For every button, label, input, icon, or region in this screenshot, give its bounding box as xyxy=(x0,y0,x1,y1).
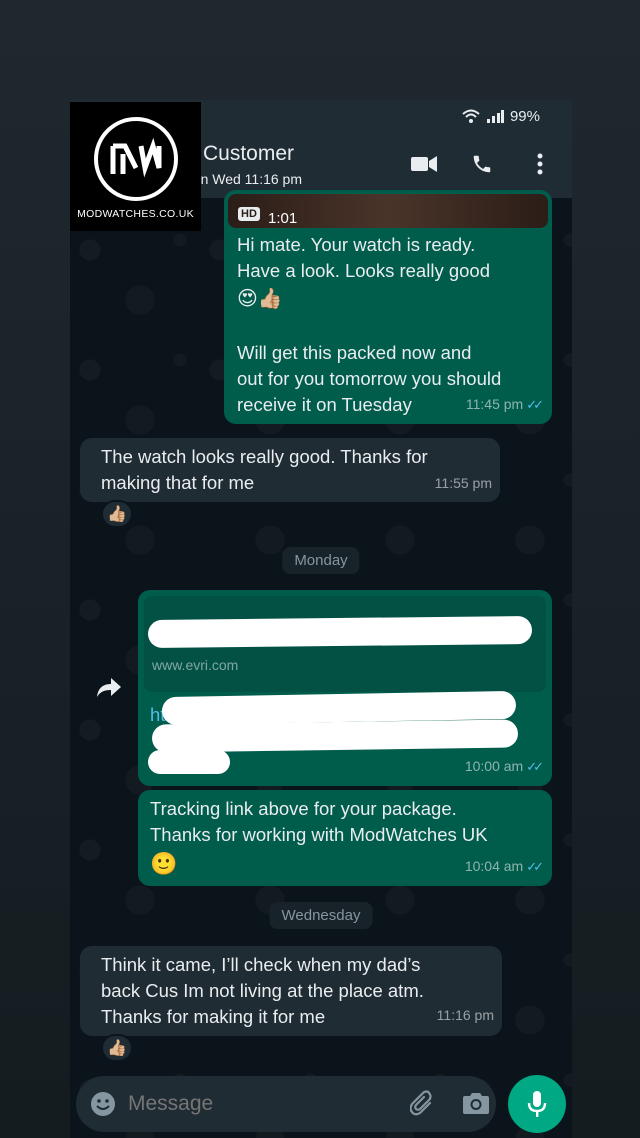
message-time: 11:45 pm xyxy=(465,396,524,412)
logo-text: MODWATCHES.CO.UK xyxy=(77,208,194,220)
reaction-thumbs-up[interactable]: 👍🏼 xyxy=(101,1034,133,1062)
hd-badge: HD xyxy=(238,207,260,221)
incoming-message[interactable]: The watch looks really good. Thanks for … xyxy=(80,438,500,502)
microphone-icon xyxy=(527,1091,547,1117)
wifi-icon xyxy=(462,109,480,123)
message-text: back Cus Im not living at the place atm. xyxy=(101,980,424,1001)
message-text: Have a look. Looks really good xyxy=(237,260,490,281)
message-text: Thanks for working with ModWatches UK xyxy=(150,824,488,845)
outgoing-message[interactable]: Tracking link above for your package. Th… xyxy=(138,790,552,886)
chat-screen: 99% Customer een Wed 11:16 pm MODWATCHES… xyxy=(70,100,572,1138)
message-text: making that for me xyxy=(101,472,255,493)
more-options-icon[interactable] xyxy=(526,150,554,178)
contact-name[interactable]: Customer xyxy=(203,142,294,166)
message-time: 11:55 pm xyxy=(434,475,492,491)
message-time: 10:04 am xyxy=(464,858,524,874)
message-emojis: 😍👍🏼 xyxy=(237,288,283,310)
message-time: 10:00 am xyxy=(464,758,524,774)
voice-message-button[interactable] xyxy=(508,1075,566,1133)
read-receipt-icon: ✓✓ xyxy=(526,759,544,774)
video-call-icon[interactable] xyxy=(410,150,438,178)
message-time: 11:16 pm xyxy=(436,1007,494,1023)
modwatches-logo: MODWATCHES.CO.UK xyxy=(70,102,201,231)
outgoing-link-message[interactable]: www.evri.com ht 10:00 am ✓✓ xyxy=(138,590,552,786)
message-input[interactable] xyxy=(128,1088,378,1120)
last-seen-status: een Wed 11:16 pm xyxy=(185,171,303,187)
forward-icon[interactable] xyxy=(96,676,122,703)
camera-icon[interactable] xyxy=(462,1091,490,1120)
message-text: Tracking link above for your package. xyxy=(150,798,457,819)
message-text: receive it on Tuesday xyxy=(237,394,412,415)
message-composer[interactable] xyxy=(76,1076,496,1132)
incoming-message[interactable]: Think it came, I’ll check when my dad’s … xyxy=(80,946,502,1036)
message-text: Thanks for making it for me xyxy=(101,1006,326,1027)
attach-icon[interactable] xyxy=(409,1090,436,1123)
redaction-mark xyxy=(151,719,519,753)
redaction-mark xyxy=(147,615,533,649)
link-domain: www.evri.com xyxy=(152,657,239,673)
reaction-thumbs-up[interactable]: 👍🏼 xyxy=(101,500,133,528)
message-text: out for you tomorrow you should xyxy=(237,368,502,389)
emoji-icon[interactable] xyxy=(90,1091,116,1122)
video-thumbnail[interactable]: HD 1:01 xyxy=(228,194,548,228)
message-text: The watch looks really good. Thanks for xyxy=(101,446,428,467)
read-receipt-icon: ✓✓ xyxy=(526,859,544,874)
read-receipt-icon: ✓✓ xyxy=(526,397,544,412)
battery-level: 99% xyxy=(509,107,540,125)
video-duration: 1:01 xyxy=(268,210,298,227)
message-text: Think it came, I’ll check when my dad’s xyxy=(101,954,421,975)
signal-icon xyxy=(486,110,504,123)
date-separator: Wednesday xyxy=(269,902,373,929)
message-emoji: 🙂 xyxy=(150,851,178,876)
voice-call-icon[interactable] xyxy=(468,150,496,178)
message-text: Hi mate. Your watch is ready. xyxy=(237,234,476,255)
message-text: Will get this packed now and xyxy=(237,342,472,363)
date-separator: Monday xyxy=(282,547,360,574)
outgoing-message[interactable]: HD 1:01 Hi mate. Your watch is ready. Ha… xyxy=(224,190,552,424)
redaction-mark xyxy=(148,750,230,774)
